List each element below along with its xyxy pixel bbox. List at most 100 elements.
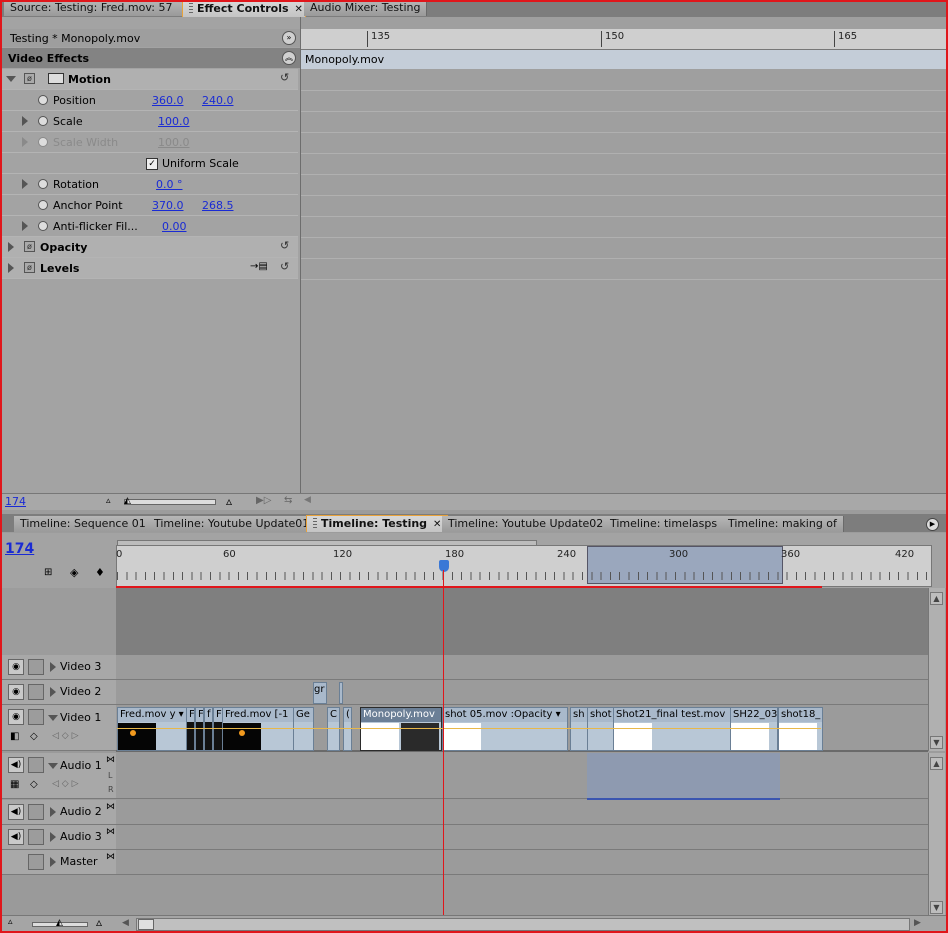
expand-triangle-icon[interactable] [22,116,28,126]
snap-icon[interactable]: ⊞ [44,567,52,578]
clip-c[interactable]: C [327,707,340,751]
position-x-value[interactable]: 360.0 [152,94,184,107]
track-master[interactable] [116,850,928,875]
keyframe-toggle-icon[interactable]: ◇ [30,731,38,742]
eye-icon[interactable]: ◉ [8,659,24,675]
expand-triangle-icon[interactable] [6,76,16,82]
speaker-icon[interactable]: ◀) [8,804,24,820]
clip-shot21[interactable]: Shot21_final test.mov [613,707,731,751]
lock-toggle[interactable] [28,709,44,725]
levels-row[interactable]: ø Levels →▤ ↺ [2,258,298,279]
scroll-up-button[interactable]: ▲ [930,757,943,770]
expand-triangle-icon[interactable] [50,807,56,817]
rotation-value[interactable]: 0.0 ° [156,178,183,191]
stopwatch-icon[interactable] [38,95,48,105]
expand-triangle-icon[interactable] [50,857,56,867]
lock-toggle[interactable] [28,804,44,820]
scroll-down-button[interactable]: ▼ [930,901,943,914]
collapse-triangle-icon[interactable] [48,763,58,769]
double-chevron-right-icon[interactable]: » [282,31,296,45]
marker-icon[interactable]: ◈ [70,566,78,579]
scroll-up-button[interactable]: ▲ [930,592,943,605]
clip-f-3[interactable]: f [204,707,213,751]
clip-ge[interactable]: Ge [293,707,314,751]
speaker-icon[interactable]: ◀) [8,829,24,845]
fx-toggle-icon[interactable]: ø [24,241,35,252]
zoom-out-icon[interactable]: ▵ [8,917,13,927]
horizontal-scroll-thumb[interactable] [138,919,154,930]
clip-sh[interactable]: sh [570,707,588,751]
zoom-slider[interactable] [124,499,216,505]
zoom-slider-thumb[interactable]: ◭ [56,918,63,928]
tab-audio-mixer[interactable]: Audio Mixer: Testing [304,0,427,16]
clip-fred-2[interactable]: Fred.mov [-1 [222,707,294,751]
anchor-point-y-value[interactable]: 268.5 [202,199,234,212]
track-video3[interactable] [116,655,928,680]
reset-icon[interactable]: ↺ [280,71,289,84]
anti-flicker-value[interactable]: 0.00 [162,220,187,233]
panel-menu-icon[interactable]: ▶ [926,518,939,531]
play-audio-icon[interactable]: ▶▷ [256,495,271,506]
clip-fred-1[interactable]: Fred.mov y ▾ [117,707,187,751]
fx-toggle-icon[interactable]: ø [24,73,35,84]
zoom-out-icon[interactable]: ▵ [106,496,111,506]
sync-icon[interactable]: ⋈ [106,827,115,837]
lock-toggle[interactable] [28,659,44,675]
opacity-rubber-band[interactable] [117,728,821,729]
stopwatch-icon[interactable] [38,179,48,189]
set-marker-icon[interactable]: ♦ [95,566,105,579]
display-style-icon[interactable]: ◧ [10,731,19,742]
viewing-area-bar[interactable] [117,540,537,546]
playhead-line[interactable] [443,570,444,915]
setup-dialog-icon[interactable]: →▤ [250,261,268,272]
keyframe-nav-icon[interactable]: ◁ ◇ ▷ [52,731,79,741]
collapse-triangle-icon[interactable] [48,715,58,721]
tab-timeline-testing[interactable]: Timeline: Testing ✕ [306,515,449,532]
track-audio3[interactable] [116,825,928,850]
scroll-right-button[interactable]: ▶ [914,918,921,928]
expand-triangle-icon[interactable] [50,687,56,697]
expand-triangle-icon[interactable] [50,662,56,672]
clip-sliver[interactable] [339,682,343,704]
scroll-left-button[interactable]: ◀ [122,918,129,928]
clip-shot18[interactable]: shot18_ [778,707,823,751]
stopwatch-icon[interactable] [38,221,48,231]
zoom-slider-thumb[interactable]: ◭ [124,496,131,506]
track-video2[interactable] [116,680,928,705]
keyframe-nav-icon[interactable]: ◁ ◇ ▷ [52,779,79,789]
timeline-ruler[interactable]: 0 60 120 180 240 300 360 420 [116,540,932,587]
tab-source[interactable]: Source: Testing: Fred.mov: 57 [4,0,185,16]
tab-timeline-youtube02[interactable]: Timeline: Youtube Update02 [442,516,611,532]
reset-icon[interactable]: ↺ [280,260,289,273]
clip-sh22[interactable]: SH22_03 [730,707,778,751]
zoom-in-icon[interactable]: ▵ [96,915,102,929]
track-audio2[interactable] [116,800,928,825]
zoom-in-icon[interactable]: ▵ [226,494,232,508]
clip-monopoly[interactable]: Monopoly.mov [360,707,442,751]
expand-triangle-icon[interactable] [50,832,56,842]
eye-icon[interactable]: ◉ [8,684,24,700]
double-chevron-up-icon[interactable]: ︽ [282,51,296,65]
scroll-left-button[interactable]: ◀ [304,495,311,505]
loop-audio-icon[interactable]: ⇆ [284,495,292,506]
tab-timeline-youtube01[interactable]: Timeline: Youtube Update01 [148,516,317,532]
lock-toggle[interactable] [28,757,44,773]
ec-timecode[interactable]: 174 [5,495,26,508]
ec-time-ruler[interactable]: 135 150 165 [301,29,947,50]
position-y-value[interactable]: 240.0 [202,94,234,107]
lock-toggle[interactable] [28,854,44,870]
timeline-timecode[interactable]: 174 [5,541,34,557]
clip-shot[interactable]: shot [587,707,614,751]
speaker-icon[interactable]: ◀) [8,757,24,773]
sync-icon[interactable]: ⋈ [106,852,115,862]
vertical-scrollbar-audio[interactable] [928,753,945,915]
expand-triangle-icon[interactable] [8,263,14,273]
tab-effect-controls[interactable]: Effect Controls ✕ [182,0,306,17]
stopwatch-icon[interactable] [38,200,48,210]
clip-shot05[interactable]: shot 05.mov :Opacity ▾ [442,707,568,751]
lock-toggle[interactable] [28,684,44,700]
anchor-point-x-value[interactable]: 370.0 [152,199,184,212]
expand-triangle-icon[interactable] [22,179,28,189]
clip-f-1[interactable]: F [186,707,195,751]
clip-f-2[interactable]: F [195,707,204,751]
